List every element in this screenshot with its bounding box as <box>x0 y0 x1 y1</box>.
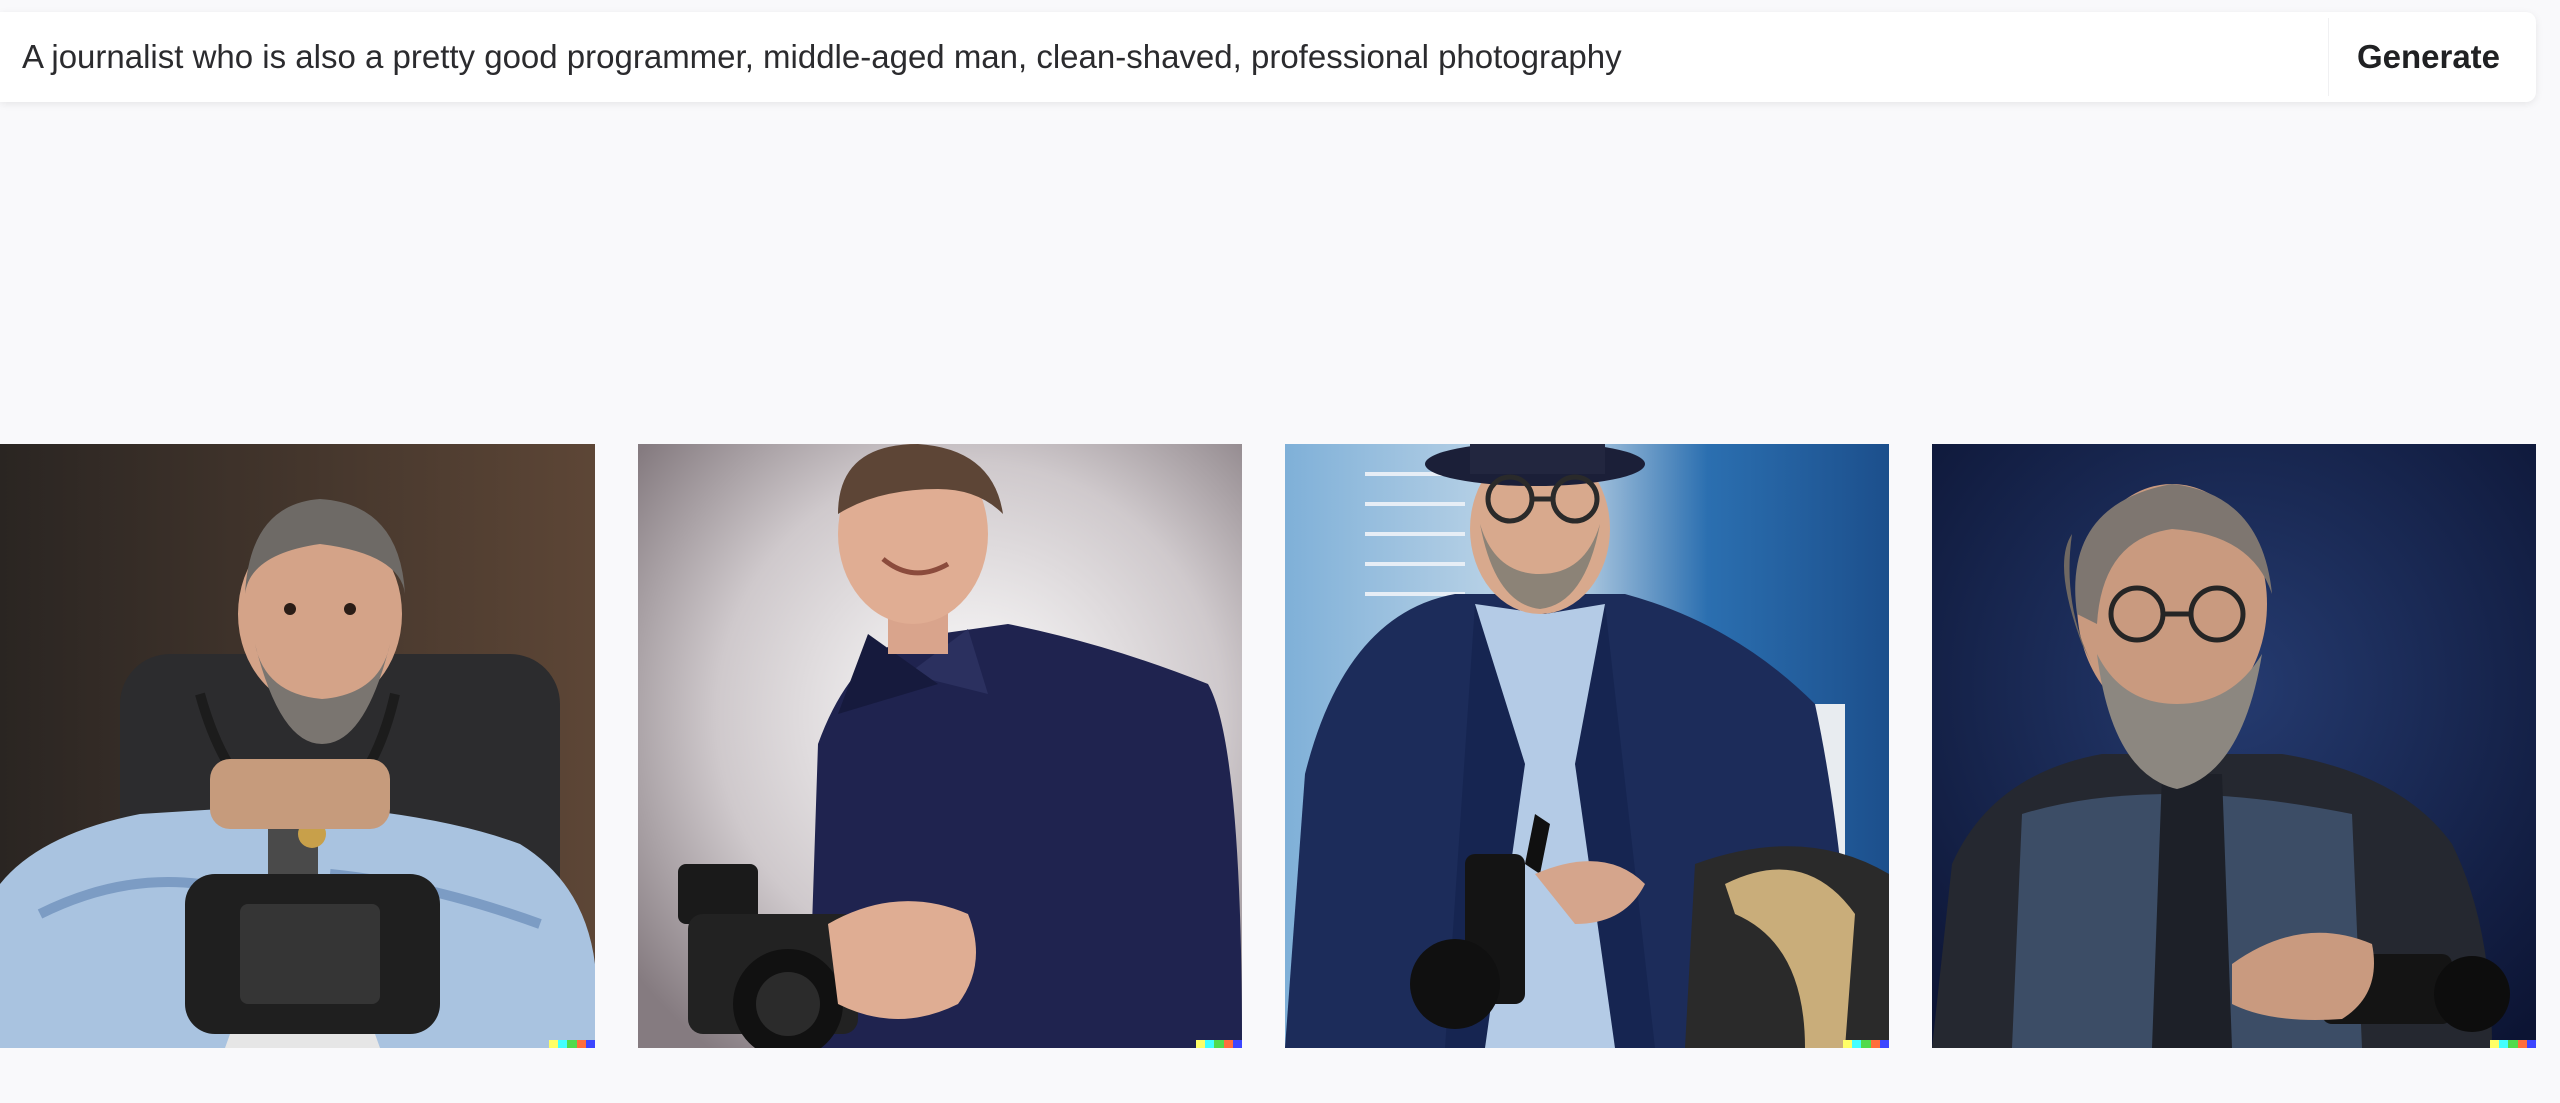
image-1-illustration <box>0 444 595 1048</box>
generated-image-1[interactable] <box>0 444 595 1048</box>
generated-image-2[interactable] <box>638 444 1242 1048</box>
image-3-illustration <box>1285 444 1889 1048</box>
image-gallery <box>0 444 2560 1048</box>
watermark-color-bar <box>1196 1040 1242 1048</box>
generated-image-4[interactable] <box>1932 444 2536 1048</box>
image-4-illustration <box>1932 444 2536 1048</box>
generated-image-3[interactable] <box>1285 444 1889 1048</box>
generate-button[interactable]: Generate <box>2328 18 2528 96</box>
watermark-color-bar <box>549 1040 595 1048</box>
watermark-color-bar <box>2490 1040 2536 1048</box>
prompt-input[interactable]: A journalist who is also a pretty good p… <box>0 12 2328 102</box>
image-2-illustration <box>638 444 1242 1048</box>
watermark-color-bar <box>1843 1040 1889 1048</box>
prompt-bar: A journalist who is also a pretty good p… <box>0 12 2536 102</box>
